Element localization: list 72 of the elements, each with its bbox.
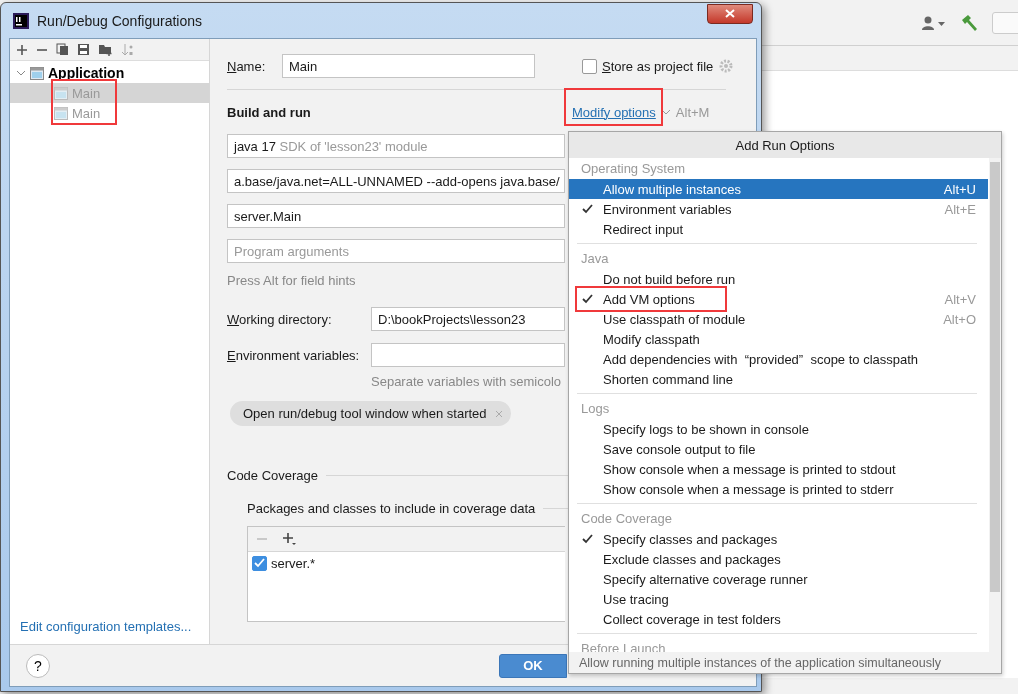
window-icon xyxy=(30,66,44,80)
menu-item[interactable]: Use tracing xyxy=(569,589,988,609)
ok-button[interactable]: OK xyxy=(499,653,567,678)
section-title: Operating System xyxy=(580,160,687,178)
sdk-value: java 17 xyxy=(234,138,276,154)
popup-title: Add Run Options xyxy=(569,132,1001,158)
vm-options-field[interactable]: a.base/java.net=ALL-UNNAMED --add-opens java.base/ xyxy=(227,169,565,193)
menu-item[interactable]: Specify classes and packages xyxy=(569,529,988,549)
menu-item[interactable]: Use classpath of module Alt+O xyxy=(569,309,988,329)
save-icon[interactable] xyxy=(77,43,90,56)
hammer-icon[interactable] xyxy=(960,13,978,32)
menu-item[interactable]: Redirect input xyxy=(569,219,988,239)
sdk-hint: SDK of 'lesson23' module xyxy=(279,138,428,154)
menu-item[interactable]: Specify alternative coverage runner xyxy=(569,569,988,589)
check-icon xyxy=(581,204,593,214)
name-label: Name: xyxy=(227,58,267,74)
add-icon[interactable] xyxy=(16,43,28,56)
section-title: Build and run xyxy=(227,104,312,120)
menu-item[interactable]: Exclude classes and packages xyxy=(569,549,988,569)
sort-icon[interactable] xyxy=(121,42,134,57)
copy-icon[interactable] xyxy=(56,43,69,56)
help-button[interactable]: ? xyxy=(26,653,50,678)
window-icon xyxy=(54,106,68,120)
menu-item[interactable]: Collect coverage in test folders xyxy=(569,609,988,629)
app-icon xyxy=(13,12,29,29)
menu-item[interactable]: Add dependencies with “provided” scope to classpath xyxy=(569,349,988,369)
user-icon[interactable] xyxy=(922,15,946,30)
menu-item[interactable]: Show console when a message is printed to stderr xyxy=(569,479,988,499)
chevron-icon[interactable] xyxy=(16,69,26,77)
section-title: Logs xyxy=(580,400,611,418)
check-icon xyxy=(581,294,593,304)
popup-hint: Allow running multiple instances of the application simultaneously xyxy=(569,652,1001,673)
group-title: Packages and classes to include in coverage data xyxy=(247,501,536,516)
environment-variables-field[interactable] xyxy=(371,343,565,367)
add-icon[interactable] xyxy=(282,532,296,546)
menu-item[interactable]: Show console when a message is printed to stdout xyxy=(569,459,988,479)
check-icon xyxy=(254,558,265,568)
working-directory-field[interactable]: D:\bookProjects\lesson23 xyxy=(371,307,565,331)
close-icon xyxy=(725,9,735,18)
working-directory-label: Working directory: xyxy=(227,311,333,327)
hint-text: Press Alt for field hints xyxy=(227,273,356,288)
close-button[interactable] xyxy=(707,3,753,24)
check-icon xyxy=(581,534,593,544)
store-checkbox[interactable] xyxy=(582,58,597,74)
environment-variables-label: Environment variables: xyxy=(227,347,361,363)
menu-item[interactable]: Save console output to file xyxy=(569,439,988,459)
scrollbar-thumb[interactable] xyxy=(990,162,1000,592)
menu-item[interactable]: Specify logs to be shown in console xyxy=(569,419,988,439)
package-label: server.* xyxy=(271,555,316,571)
templates-link[interactable]: Edit configuration templates... xyxy=(10,619,209,644)
hint-text: Separate variables with semicolo xyxy=(371,374,562,389)
group-title: Code Coverage xyxy=(227,468,319,483)
sdk-field[interactable]: java 17 SDK of 'lesson23' module xyxy=(227,134,565,158)
menu-item[interactable]: Allow multiple instances Alt+U xyxy=(569,179,988,199)
folder-icon[interactable] xyxy=(98,43,113,56)
menu-item[interactable]: Add VM options Alt+V xyxy=(569,289,988,309)
menu-item[interactable]: Do not build before run xyxy=(569,269,988,289)
window-icon xyxy=(54,86,68,100)
tree-item[interactable]: Application xyxy=(10,63,209,83)
menu-item[interactable]: Environment variables Alt+E xyxy=(569,199,988,219)
name-field[interactable]: Main xyxy=(282,54,535,78)
window-title: Run/Debug Configurations xyxy=(37,12,203,29)
option-chip[interactable]: Open run/debug tool window when started xyxy=(230,401,511,426)
section-title: Code Coverage xyxy=(580,510,674,528)
store-label: Store as project file xyxy=(602,58,714,74)
modify-options-link[interactable]: Modify options xyxy=(572,104,656,120)
menu-item[interactable]: Modify classpath xyxy=(569,329,988,349)
main-class-field[interactable]: server.Main xyxy=(227,204,565,228)
section-title: Java xyxy=(580,250,610,268)
package-checkbox[interactable] xyxy=(252,555,267,571)
menu-item[interactable]: Shorten command line xyxy=(569,369,988,389)
shortcut-label: Alt+M xyxy=(675,104,710,120)
